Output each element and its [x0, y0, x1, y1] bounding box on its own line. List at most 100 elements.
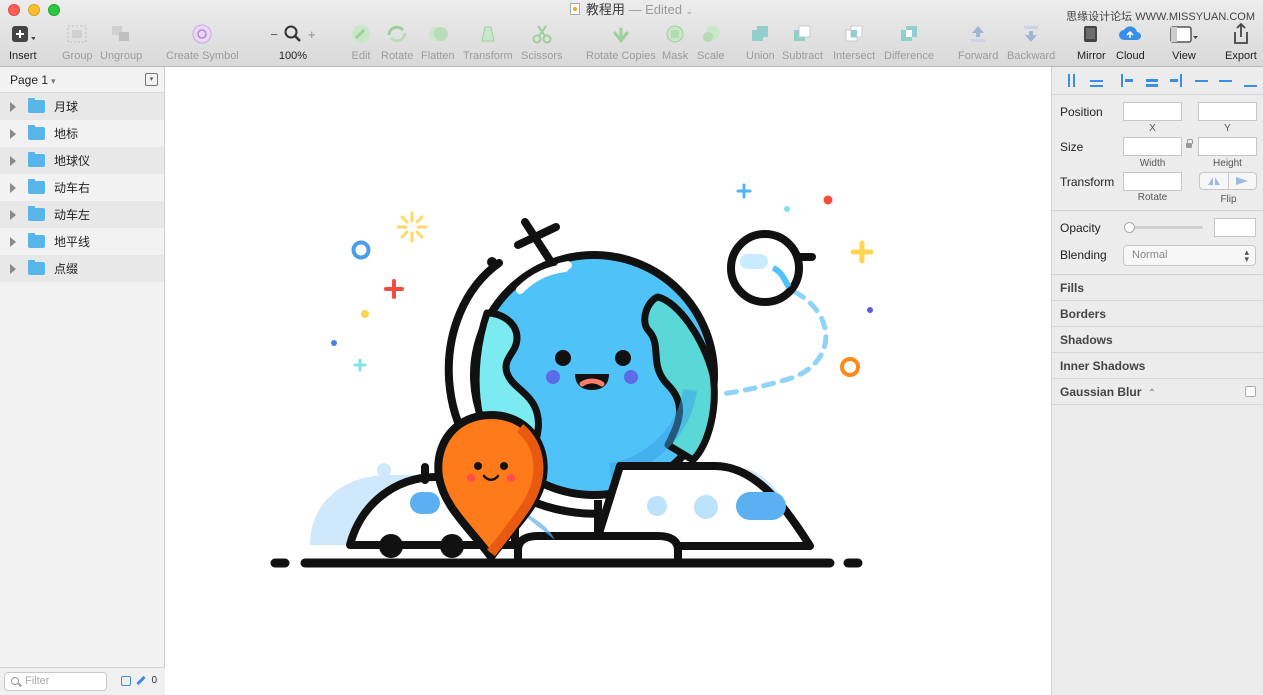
- disclosure-triangle-icon[interactable]: [10, 209, 16, 220]
- export-icon: [1230, 22, 1252, 46]
- layer-name: 地球仪: [54, 154, 91, 168]
- gaussian-blur-checkbox[interactable]: [1245, 386, 1256, 397]
- opacity-input[interactable]: [1214, 218, 1256, 237]
- position-y-input[interactable]: [1198, 102, 1257, 121]
- intersect-button[interactable]: Intersect: [833, 22, 875, 66]
- disclosure-triangle-icon[interactable]: [10, 236, 16, 247]
- magnifier-icon: [284, 25, 301, 42]
- mirror-button[interactable]: Mirror: [1077, 22, 1106, 66]
- scissors-button[interactable]: Scissors: [521, 22, 563, 66]
- distribute-horizontal-icon[interactable]: [1059, 74, 1084, 88]
- rotate-button[interactable]: Rotate: [381, 22, 413, 66]
- page-list-toggle-icon[interactable]: ▾: [145, 73, 158, 86]
- edited-status: — Edited: [628, 2, 682, 17]
- layer-item[interactable]: 动车左: [0, 201, 164, 228]
- slice-filter-icon[interactable]: [136, 675, 147, 686]
- rotate-copies-label: Rotate Copies: [586, 50, 656, 62]
- page-name: Page 1: [10, 73, 49, 87]
- export-button[interactable]: Export: [1225, 22, 1257, 66]
- blending-select[interactable]: Normal ▴ ▾: [1123, 245, 1256, 266]
- align-center-horizontal-icon[interactable]: [1139, 74, 1164, 88]
- folder-icon: [28, 206, 45, 221]
- layer-item[interactable]: 地标: [0, 120, 164, 147]
- filter-input[interactable]: Filter: [4, 672, 107, 691]
- align-top-icon[interactable]: [1189, 74, 1214, 88]
- layer-item[interactable]: 地球仪: [0, 147, 164, 174]
- mask-button[interactable]: Mask: [662, 22, 688, 66]
- union-label: Union: [746, 50, 775, 62]
- backward-button[interactable]: Backward: [1007, 22, 1055, 66]
- layer-item[interactable]: 月球: [0, 93, 164, 120]
- edit-button[interactable]: Edit: [350, 22, 372, 66]
- transform-label: Transform: [1060, 175, 1115, 189]
- rotate-copies-button[interactable]: Rotate Copies: [586, 22, 656, 66]
- symbol-icon: [191, 22, 213, 46]
- chevron-updown-icon[interactable]: ⌃: [1148, 388, 1156, 399]
- flatten-label: Flatten: [421, 50, 455, 62]
- canvas[interactable]: [165, 67, 1051, 695]
- disclosure-triangle-icon[interactable]: [10, 182, 16, 193]
- zoom-out-button[interactable]: −: [270, 27, 278, 42]
- flip-vertical-icon[interactable]: [1229, 173, 1257, 189]
- chevron-down-icon[interactable]: ⌄: [686, 6, 694, 16]
- cloud-icon: [1117, 22, 1143, 46]
- symbol-filter-icon[interactable]: [121, 675, 132, 686]
- align-middle-icon[interactable]: [1214, 74, 1239, 88]
- position-x-input[interactable]: [1123, 102, 1182, 121]
- align-right-icon[interactable]: [1164, 74, 1189, 88]
- zoom-in-button[interactable]: +: [308, 27, 316, 42]
- width-input[interactable]: [1123, 137, 1182, 156]
- subtract-button[interactable]: Subtract: [782, 22, 823, 66]
- layer-item[interactable]: 动车右: [0, 174, 164, 201]
- scissors-icon: [531, 22, 553, 46]
- page-selector[interactable]: Page 1 ▾ ▾: [0, 67, 164, 93]
- layer-item[interactable]: 点缀: [0, 255, 164, 282]
- inner-shadows-section-header[interactable]: Inner Shadows: [1052, 353, 1263, 379]
- document-name: 教程用: [585, 2, 625, 17]
- search-icon: [11, 677, 19, 685]
- edit-icon: [350, 22, 372, 46]
- difference-button[interactable]: Difference: [884, 22, 934, 66]
- disclosure-triangle-icon[interactable]: [10, 101, 16, 112]
- ungroup-label: Ungroup: [100, 50, 143, 62]
- view-button[interactable]: View: [1169, 22, 1199, 66]
- flip-horizontal-icon[interactable]: [1200, 173, 1229, 189]
- distribute-vertical-icon[interactable]: [1084, 74, 1109, 88]
- create-symbol-button[interactable]: Create Symbol: [166, 22, 239, 66]
- disclosure-triangle-icon[interactable]: [10, 128, 16, 139]
- globe-illustration[interactable]: [165, 67, 1051, 695]
- shadows-section-header[interactable]: Shadows: [1052, 327, 1263, 353]
- moon[interactable]: [727, 230, 816, 306]
- forward-button[interactable]: Forward: [958, 22, 998, 66]
- group-button[interactable]: Group: [62, 22, 93, 66]
- borders-section-header[interactable]: Borders: [1052, 301, 1263, 327]
- disclosure-triangle-icon[interactable]: [10, 263, 16, 274]
- union-icon: [749, 22, 771, 46]
- union-button[interactable]: Union: [746, 22, 775, 66]
- height-input[interactable]: [1198, 137, 1257, 156]
- cloud-button[interactable]: Cloud: [1116, 22, 1145, 66]
- rotate-copies-icon: [610, 22, 632, 46]
- mask-icon: [664, 22, 686, 46]
- folder-icon: [28, 152, 45, 167]
- fills-section-header[interactable]: Fills: [1052, 275, 1263, 301]
- flatten-button[interactable]: Flatten: [421, 22, 455, 66]
- align-left-icon[interactable]: [1115, 74, 1140, 88]
- layer-item[interactable]: 地平线: [0, 228, 164, 255]
- insert-button[interactable]: Insert: [9, 22, 37, 66]
- opacity-slider-knob[interactable]: [1124, 222, 1135, 233]
- ungroup-button[interactable]: Ungroup: [100, 22, 142, 66]
- opacity-slider[interactable]: [1128, 226, 1203, 229]
- rotate-input[interactable]: [1123, 172, 1182, 191]
- transform-button[interactable]: Transform: [463, 22, 513, 66]
- gaussian-blur-section-header[interactable]: Gaussian Blur ⌃: [1052, 379, 1263, 405]
- height-caption: Height: [1213, 158, 1242, 169]
- scale-button[interactable]: Scale: [697, 22, 725, 66]
- disclosure-triangle-icon[interactable]: [10, 155, 16, 166]
- view-icon: [1169, 22, 1199, 46]
- align-bottom-icon[interactable]: [1238, 74, 1263, 88]
- rotate-icon: [385, 22, 409, 46]
- lock-icon[interactable]: [1186, 139, 1193, 148]
- difference-icon: [898, 22, 920, 46]
- opacity-label: Opacity: [1060, 221, 1101, 235]
